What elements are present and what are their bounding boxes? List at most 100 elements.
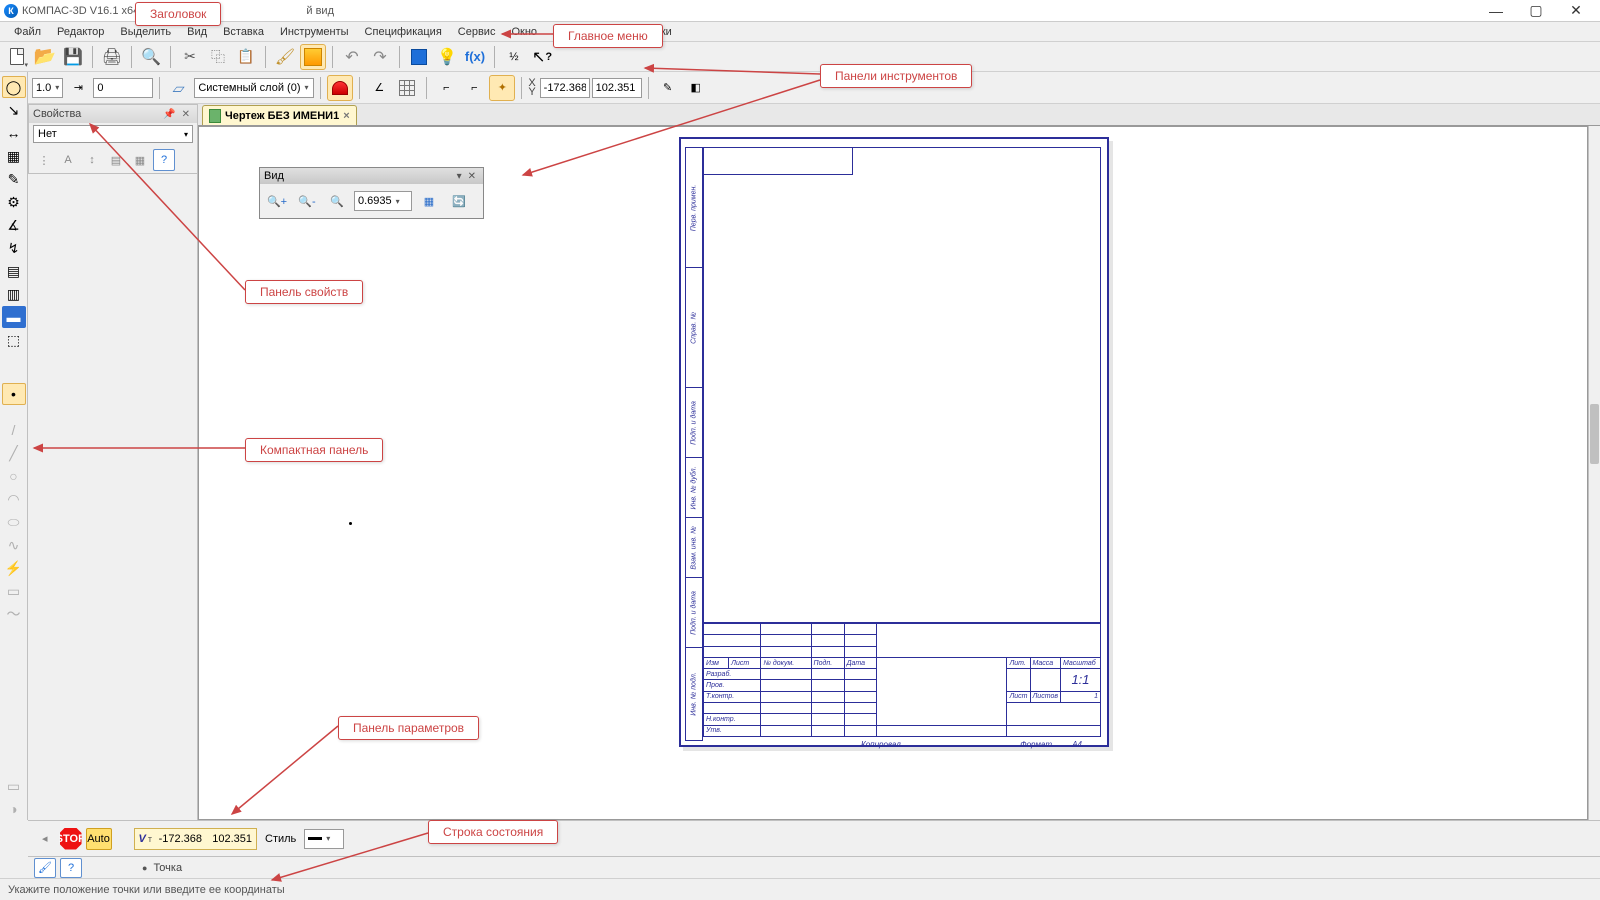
- layer-combo[interactable]: Системный слой (0)▾: [194, 78, 314, 98]
- style-combo[interactable]: ▾: [304, 829, 344, 849]
- drawing-canvas[interactable]: Вид ▾ ✕ 🔍+ 🔍- 🔍 0.6935▾ ▦ 🔄 Перв. примен…: [198, 126, 1588, 820]
- switch-button[interactable]: ½: [501, 44, 527, 70]
- redo-button[interactable]: ↷: [367, 44, 393, 70]
- cp-select[interactable]: ↯: [2, 237, 26, 259]
- menu-file[interactable]: Файл: [6, 24, 49, 40]
- cp-rect[interactable]: ▭: [2, 580, 26, 602]
- param-nav-left[interactable]: ◂: [34, 832, 56, 845]
- document-tab-close[interactable]: ×: [343, 110, 349, 122]
- new-button[interactable]: ▾: [4, 44, 30, 70]
- menu-libraries[interactable]: Библиотеки: [604, 24, 680, 40]
- cp-ellipse[interactable]: ⬭: [2, 511, 26, 533]
- grid-button[interactable]: [394, 75, 420, 101]
- preview-button[interactable]: 🔍: [138, 44, 164, 70]
- cp-circle[interactable]: ○: [2, 465, 26, 487]
- save-button[interactable]: 💾: [60, 44, 86, 70]
- menu-view[interactable]: Вид: [179, 24, 215, 40]
- cp-report[interactable]: ▥: [2, 283, 26, 305]
- angle-button[interactable]: ∠: [366, 75, 392, 101]
- variables-button[interactable]: 💡: [434, 44, 460, 70]
- fx-button[interactable]: f(x): [462, 44, 488, 70]
- cp-blue[interactable]: ▬: [2, 306, 26, 328]
- cp-param[interactable]: ⚙: [2, 191, 26, 213]
- properties-pin[interactable]: 📌: [160, 109, 178, 120]
- menu-service[interactable]: Сервис: [450, 24, 504, 40]
- format-painter[interactable]: 🖌: [272, 44, 298, 70]
- open-button[interactable]: 📂: [32, 44, 58, 70]
- menu-select[interactable]: Выделить: [112, 24, 179, 40]
- misc-button-2[interactable]: ◧: [683, 75, 709, 101]
- pt-3[interactable]: ↕: [81, 149, 103, 171]
- properties-filter-combo[interactable]: Нет▾: [33, 125, 193, 143]
- zoom-in-button[interactable]: 🔍+: [264, 188, 290, 214]
- cp-measure[interactable]: ∡: [2, 214, 26, 236]
- help-mini-button[interactable]: ?: [60, 858, 82, 878]
- whatsthis-button[interactable]: ↖?: [529, 44, 555, 70]
- zoom-combo[interactable]: 0.6935▾: [354, 191, 412, 211]
- layer-icon-button[interactable]: ▱: [166, 75, 192, 101]
- cut-button[interactable]: ✂: [177, 44, 203, 70]
- pt-4[interactable]: ▤: [105, 149, 127, 171]
- cp-geometry[interactable]: ◯: [2, 76, 26, 98]
- tab-point[interactable]: ●Точка: [142, 862, 182, 874]
- cp-spec[interactable]: ▤: [2, 260, 26, 282]
- scale-combo[interactable]: 1.0▾: [32, 78, 63, 98]
- cp-hatch[interactable]: ▦: [2, 145, 26, 167]
- step-input[interactable]: [93, 78, 153, 98]
- properties-close[interactable]: ✕: [179, 109, 193, 120]
- maximize-button[interactable]: ▢: [1516, 0, 1556, 22]
- local-cs-button[interactable]: ✦: [489, 75, 515, 101]
- ortho-button[interactable]: ⌐: [433, 75, 459, 101]
- stop-button[interactable]: STOP: [60, 828, 82, 850]
- cp-curve[interactable]: 〜: [2, 603, 26, 625]
- pt-5[interactable]: ▦: [129, 149, 151, 171]
- pt-help[interactable]: ?: [153, 149, 175, 171]
- zoom-window-button[interactable]: 🔍: [324, 188, 350, 214]
- cp-line2[interactable]: ╱: [2, 442, 26, 464]
- cp-arc[interactable]: ◠: [2, 488, 26, 510]
- view-toolbar-close[interactable]: ✕: [465, 171, 479, 182]
- step-icon-button[interactable]: ⇥: [65, 75, 91, 101]
- minimize-button[interactable]: —: [1476, 0, 1516, 22]
- cp-arrow[interactable]: ↘: [2, 99, 26, 121]
- round-button[interactable]: ⌐: [461, 75, 487, 101]
- brush-mini-button[interactable]: 🖌: [34, 858, 56, 878]
- param-x-input[interactable]: [154, 833, 202, 845]
- cp-spline[interactable]: ∿: [2, 534, 26, 556]
- misc-button-1[interactable]: ✎: [655, 75, 681, 101]
- cp-flash[interactable]: ⚡: [2, 557, 26, 579]
- menu-help[interactable]: Справка: [545, 24, 604, 40]
- pt-1[interactable]: ⋮: [33, 149, 55, 171]
- paste-button[interactable]: 📋: [233, 44, 259, 70]
- menu-insert[interactable]: Вставка: [215, 24, 272, 40]
- document-tab-1[interactable]: Чертеж БЕЗ ИМЕНИ1 ×: [202, 105, 357, 125]
- cp-edit[interactable]: ✎: [2, 168, 26, 190]
- pt-2[interactable]: A: [57, 149, 79, 171]
- cp-dim[interactable]: ↔: [2, 122, 26, 144]
- cp-lib[interactable]: ⬚: [2, 329, 26, 351]
- cp-line[interactable]: /: [2, 419, 26, 441]
- vertical-scrollbar[interactable]: [1588, 126, 1600, 820]
- cp-bottom-2[interactable]: ◑: [2, 798, 26, 820]
- manager-button[interactable]: [406, 44, 432, 70]
- menu-window[interactable]: Окно: [503, 24, 545, 40]
- print-button[interactable]: 🖨: [99, 44, 125, 70]
- auto-button[interactable]: Auto: [86, 828, 112, 850]
- cp-bottom-1[interactable]: ▭: [2, 775, 26, 797]
- properties-button[interactable]: [300, 44, 326, 70]
- snap-button[interactable]: [327, 75, 353, 101]
- menu-tools[interactable]: Инструменты: [272, 24, 357, 40]
- menu-editor[interactable]: Редактор: [49, 24, 112, 40]
- coord-x-input[interactable]: [540, 78, 590, 98]
- redraw-button[interactable]: 🔄: [446, 188, 472, 214]
- param-y-input[interactable]: [204, 833, 252, 845]
- zoom-fit-button[interactable]: ▦: [416, 188, 442, 214]
- coord-y-input[interactable]: [592, 78, 642, 98]
- copy-button[interactable]: ⿻: [205, 44, 231, 70]
- menu-spec[interactable]: Спецификация: [357, 24, 450, 40]
- view-toolbar-opts[interactable]: ▾: [454, 171, 465, 182]
- close-button[interactable]: ✕: [1556, 0, 1596, 22]
- undo-button[interactable]: ↶: [339, 44, 365, 70]
- cp-point[interactable]: •: [2, 383, 26, 405]
- zoom-out-button[interactable]: 🔍-: [294, 188, 320, 214]
